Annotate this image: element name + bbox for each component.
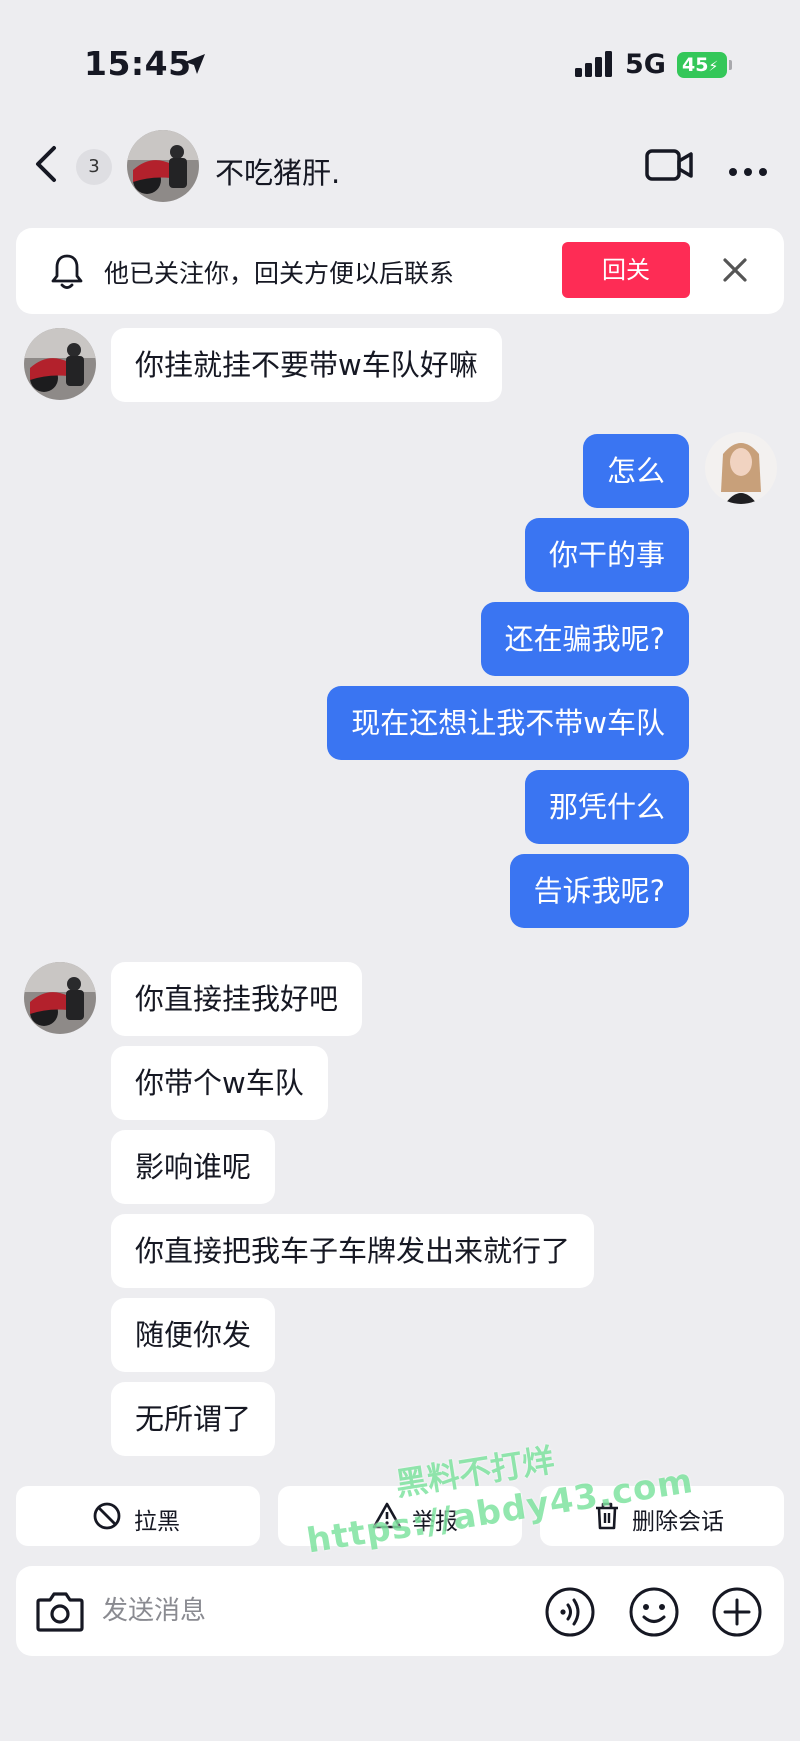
network-type: 5G bbox=[625, 49, 666, 80]
location-arrow-icon bbox=[183, 52, 207, 80]
block-button[interactable]: 拉黑 bbox=[16, 1486, 260, 1546]
my-avatar[interactable] bbox=[705, 432, 777, 504]
outgoing-message[interactable]: 还在骗我呢? bbox=[480, 602, 689, 676]
bell-icon bbox=[50, 252, 84, 294]
block-label: 拉黑 bbox=[134, 1509, 180, 1535]
camera-icon[interactable] bbox=[34, 1586, 86, 1640]
follow-back-banner: 他已关注你，回关方便以后联系 回关 bbox=[16, 228, 784, 314]
battery-cap bbox=[729, 60, 732, 70]
incoming-message[interactable]: 你直接挂我好吧 bbox=[111, 962, 363, 1036]
message-input-bar bbox=[16, 1566, 784, 1656]
message-input[interactable] bbox=[102, 1584, 542, 1638]
incoming-message[interactable]: 影响谁呢 bbox=[111, 1130, 276, 1204]
status-time: 15:45 bbox=[84, 44, 192, 83]
incoming-message[interactable]: 你挂就挂不要带w车队好嘛 bbox=[111, 328, 502, 402]
outgoing-message[interactable]: 告诉我呢? bbox=[509, 854, 689, 928]
back-icon[interactable] bbox=[32, 144, 58, 188]
cellular-signal-icon bbox=[575, 51, 613, 81]
contact-avatar-small[interactable] bbox=[24, 962, 96, 1034]
status-bar: 15:45 5G 45⚡ bbox=[0, 0, 800, 120]
block-icon bbox=[92, 1501, 122, 1537]
outgoing-message[interactable]: 那凭什么 bbox=[524, 770, 689, 844]
battery-level: 45 bbox=[682, 54, 709, 76]
outgoing-message[interactable]: 你干的事 bbox=[524, 518, 689, 592]
unread-count-badge: 3 bbox=[76, 149, 112, 185]
contact-avatar-small[interactable] bbox=[24, 328, 96, 400]
charging-bolt-icon: ⚡ bbox=[708, 59, 719, 75]
follow-back-button[interactable]: 回关 bbox=[562, 242, 690, 298]
outgoing-message[interactable]: 现在还想让我不带w车队 bbox=[327, 686, 689, 760]
contact-avatar[interactable] bbox=[127, 130, 199, 202]
outgoing-message[interactable]: 怎么 bbox=[582, 434, 689, 508]
chat-title: 不吃猪肝. bbox=[215, 156, 341, 190]
emoji-icon[interactable] bbox=[628, 1586, 680, 1642]
incoming-message[interactable]: 你直接把我车子车牌发出来就行了 bbox=[111, 1214, 595, 1288]
incoming-message[interactable]: 无所谓了 bbox=[111, 1382, 276, 1456]
plus-icon[interactable] bbox=[711, 1586, 763, 1642]
follow-notice-text: 他已关注你，回关方便以后联系 bbox=[104, 259, 455, 288]
incoming-message[interactable]: 随便你发 bbox=[111, 1298, 276, 1372]
voice-message-icon[interactable] bbox=[544, 1586, 596, 1642]
battery-indicator: 45⚡ bbox=[677, 52, 727, 78]
incoming-message[interactable]: 你带个w车队 bbox=[111, 1046, 328, 1120]
video-call-icon[interactable] bbox=[645, 147, 695, 187]
more-options-icon[interactable] bbox=[728, 162, 768, 181]
close-icon[interactable] bbox=[720, 255, 750, 289]
chat-header: 3 不吃猪肝. bbox=[0, 120, 800, 210]
